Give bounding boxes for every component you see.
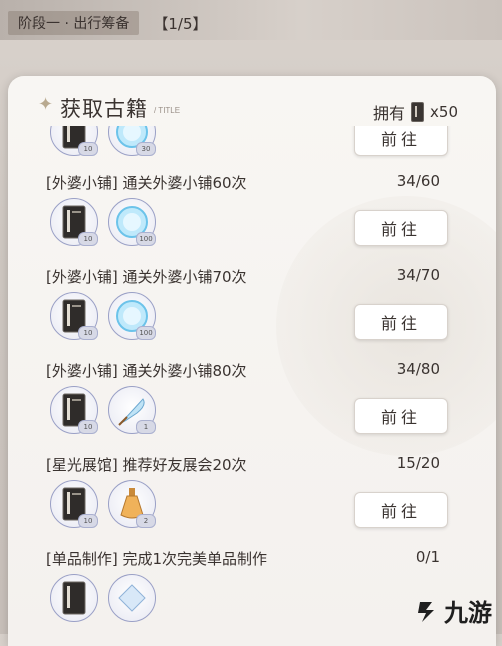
task-progress: 34/60 [396,172,440,190]
task-progress: 0/1 [415,548,440,566]
ancient-book-icon [411,102,425,122]
reward-list: 10 30 [50,126,156,156]
task-label: [外婆小铺] 通关外婆小铺60次 [46,174,247,192]
watermark-text: 九游 [444,599,492,627]
go-button[interactable]: 前往 [354,492,448,528]
ancient-book-icon[interactable]: 10 [50,292,98,340]
ancient-book-icon[interactable]: 10 [50,480,98,528]
task-item: [外婆小铺] 通关外婆小铺70次 34/70 10 100 前往 [8,266,496,360]
crystal-orb-icon[interactable]: 100 [108,292,156,340]
go-button[interactable]: 前往 [354,304,448,340]
task-item: [星光展馆] 推荐好友展会20次 15/20 10 2 前往 [8,454,496,548]
reward-list: 10 1 [50,386,156,434]
stage-name: 阶段一 · 出行筹备 [8,11,140,35]
acquire-books-panel: ✦ 获取古籍 / TITLE 拥有 x50 10 30 前往 [外婆小铺] 通关… [8,76,496,646]
task-label: [单品制作] 完成1次完美单品制作 [46,550,268,568]
go-button[interactable]: 前往 [354,398,448,434]
reward-list [50,574,156,622]
go-button[interactable]: 前往 [354,126,448,156]
owned-quantity: x50 [430,103,458,121]
reward-list: 10 100 [50,198,156,246]
reward-list: 10 100 [50,292,156,340]
task-progress: 15/20 [396,454,440,472]
stage-count: 【1/5】 [153,14,208,33]
feather-quill-icon[interactable]: 1 [108,386,156,434]
task-label: [星光展馆] 推荐好友展会20次 [46,456,247,474]
task-item: 10 30 前往 [8,126,496,176]
crystal-orb-icon[interactable]: 30 [108,126,156,156]
owned-count: 拥有 x50 [373,100,458,124]
task-list[interactable]: 10 30 前往 [外婆小铺] 通关外婆小铺60次 34/60 10 100 前… [8,126,496,646]
ancient-book-icon[interactable]: 10 [50,198,98,246]
ancient-book-icon[interactable]: 10 [50,386,98,434]
star-icon: ✦ [38,94,54,115]
task-label: [外婆小铺] 通关外婆小铺80次 [46,362,247,380]
golden-flask-icon[interactable]: 2 [108,480,156,528]
ancient-book-icon[interactable]: 10 [50,126,98,156]
reward-list: 10 2 [50,480,156,528]
task-item: [外婆小铺] 通关外婆小铺80次 34/80 10 1 前往 [8,360,496,454]
task-progress: 34/70 [396,266,440,284]
task-progress: 34/80 [396,360,440,378]
panel-title-sub: / TITLE [154,106,181,115]
go-button[interactable]: 前往 [354,210,448,246]
ancient-book-icon[interactable] [50,574,98,622]
ninegame-logo-icon [418,601,434,622]
watermark-logo: 九游 [414,593,492,628]
panel-title: 获取古籍 [60,97,148,121]
stage-indicator: 阶段一 · 出行筹备 【1/5】 [0,10,218,36]
crystal-gem-icon[interactable] [108,574,156,622]
task-label: [外婆小铺] 通关外婆小铺70次 [46,268,247,286]
crystal-orb-icon[interactable]: 100 [108,198,156,246]
owned-label: 拥有 [373,104,406,123]
task-item: [外婆小铺] 通关外婆小铺60次 34/60 10 100 前往 [8,172,496,266]
